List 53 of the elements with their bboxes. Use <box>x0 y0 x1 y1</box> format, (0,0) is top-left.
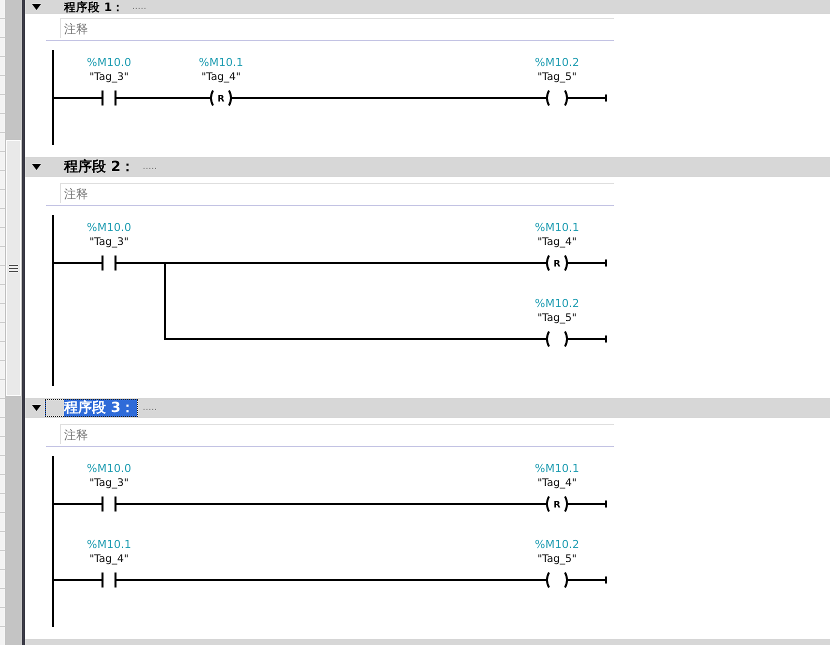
grip-icon <box>9 264 18 272</box>
operand-address: %M10.0 <box>86 221 132 234</box>
rung-wire <box>566 500 607 508</box>
contact-icon <box>102 572 116 588</box>
reset-coil: R <box>546 496 568 512</box>
comment-field[interactable]: 注释 <box>60 18 614 38</box>
operand-address: %M10.1 <box>534 462 580 475</box>
operand-address: %M10.1 <box>198 56 244 69</box>
operand-address: %M10.1 <box>534 221 580 234</box>
coil-icon <box>546 90 568 106</box>
operand-address: %M10.2 <box>534 56 580 69</box>
tag-name: "Tag_5" <box>537 312 577 324</box>
tag-name: "Tag_5" <box>537 553 577 565</box>
tag-name: "Tag_5" <box>537 71 577 83</box>
tag-name: "Tag_4" <box>537 236 577 248</box>
tag-name: "Tag_3" <box>89 236 129 248</box>
triangle-icon[interactable] <box>32 164 41 170</box>
network-title[interactable]: 程序段 1： <box>45 0 128 14</box>
rung-wire <box>53 97 102 99</box>
rung-wire <box>53 579 102 581</box>
title-placeholder[interactable]: ..... <box>142 403 157 413</box>
title-placeholder[interactable]: ..... <box>132 2 146 12</box>
coil-icon <box>546 572 568 588</box>
triangle-icon[interactable] <box>32 4 41 10</box>
tag-name: "Tag_4" <box>89 553 129 565</box>
rung-wire <box>566 576 607 584</box>
title-placeholder[interactable]: ..... <box>142 162 157 172</box>
comment-field[interactable]: 注释 <box>60 424 614 444</box>
coil-icon <box>546 330 568 348</box>
operand-address: %M10.1 <box>86 538 132 551</box>
contact-icon <box>102 254 116 272</box>
operand-address: %M10.0 <box>86 462 132 475</box>
network-title[interactable]: 程序段 2： <box>45 158 138 176</box>
tag-name: "Tag_3" <box>89 71 129 83</box>
operand-address: %M10.0 <box>86 56 132 69</box>
rung-wire <box>53 503 102 505</box>
network-title[interactable]: 程序段 3： <box>45 399 138 417</box>
tag-name: "Tag_4" <box>201 71 241 83</box>
splitter-handle[interactable] <box>6 140 21 396</box>
rung-wire <box>566 94 607 102</box>
reset-coil: R <box>210 90 232 106</box>
contact-icon <box>102 90 116 106</box>
operand-address: %M10.2 <box>534 538 580 551</box>
contact-icon <box>102 496 116 512</box>
rung-wire <box>566 334 607 344</box>
rung-wire <box>53 262 102 264</box>
tag-name: "Tag_3" <box>89 477 129 489</box>
rung-wire <box>566 258 607 268</box>
operand-address: %M10.2 <box>534 297 580 310</box>
triangle-icon[interactable] <box>32 405 41 411</box>
tag-name: "Tag_4" <box>537 477 577 489</box>
reset-coil: R <box>546 254 568 272</box>
comment-field[interactable]: 注释 <box>60 183 614 203</box>
